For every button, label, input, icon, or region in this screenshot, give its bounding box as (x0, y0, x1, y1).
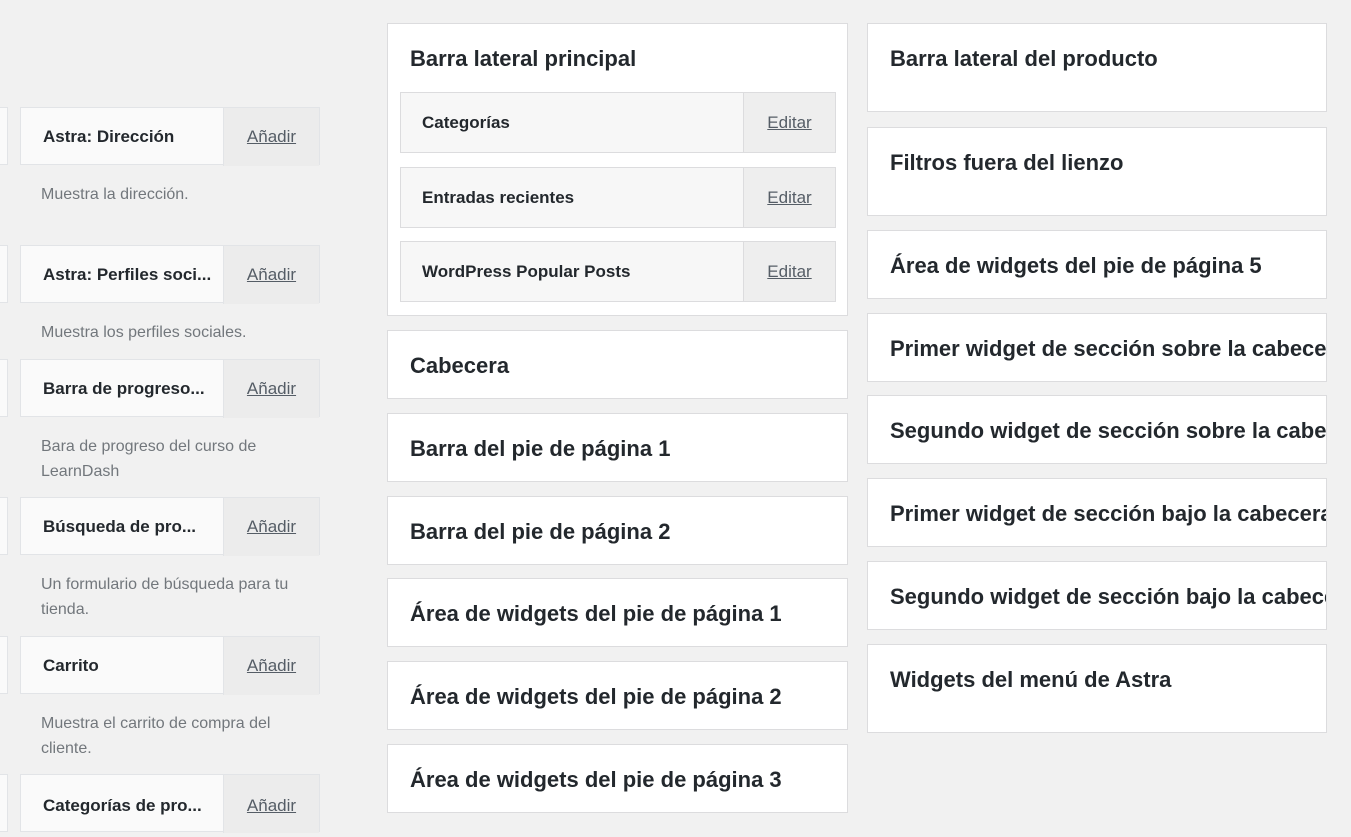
available-widget-barra-progreso[interactable]: Barra de progreso... Añadir (20, 359, 320, 418)
available-widget-categorias-productos[interactable]: Categorías de pro... Añadir (20, 774, 320, 833)
sidebar-title[interactable]: Barra del pie de página 1 (410, 436, 847, 462)
sidebar-primer-bajo-cabecera[interactable]: Primer widget de sección bajo la cabecer… (867, 478, 1327, 547)
sidebar-area-pie-5[interactable]: Área de widgets del pie de página 5 (867, 230, 1327, 299)
sidebar-area-pie-2[interactable]: Área de widgets del pie de página 2 (387, 661, 848, 730)
sidebar-title[interactable]: Área de widgets del pie de página 5 (890, 253, 1326, 279)
widget-title: Barra de progreso... (43, 379, 205, 398)
sidebar-title[interactable]: Filtros fuera del lienzo (890, 150, 1326, 176)
sidebar-title[interactable]: Área de widgets del pie de página 1 (410, 601, 847, 627)
edit-widget-button[interactable]: Editar (743, 242, 835, 301)
sidebar-segundo-bajo-cabecera[interactable]: Segundo widget de sección bajo la cabece… (867, 561, 1327, 630)
sidebar-widget-popular-posts[interactable]: WordPress Popular Posts Editar (400, 241, 836, 302)
sidebar-title[interactable]: Cabecera (410, 353, 847, 379)
sidebar-filtros[interactable]: Filtros fuera del lienzo (867, 127, 1327, 216)
widget-title: Astra: Dirección (43, 127, 175, 146)
available-widget-astra-direccion[interactable]: Astra: Dirección Añadir (20, 107, 320, 166)
widget-description: Bara de progreso del curso de LearnDash (41, 438, 257, 480)
sidebar-title[interactable]: Primer widget de sección bajo la cabecer… (890, 501, 1326, 527)
sidebar-title[interactable]: Barra lateral principal (410, 46, 847, 72)
widget-description: Muestra la dirección. (41, 186, 189, 203)
partial-widget-card (0, 497, 8, 555)
sidebar-title[interactable]: Segundo widget de sección bajo la cabece… (890, 584, 1326, 610)
sidebar-menu-astra[interactable]: Widgets del menú de Astra (867, 644, 1327, 733)
widget-title: WordPress Popular Posts (422, 262, 631, 281)
sidebar-area-pie-3[interactable]: Área de widgets del pie de página 3 (387, 744, 848, 813)
available-widget-carrito[interactable]: Carrito Añadir (20, 636, 320, 695)
sidebar-title[interactable]: Primer widget de sección sobre la cabece… (890, 336, 1326, 362)
sidebar-segundo-sobre-cabecera[interactable]: Segundo widget de sección sobre la cabec… (867, 395, 1327, 464)
partial-widget-card (0, 774, 8, 832)
sidebar-title[interactable]: Área de widgets del pie de página 3 (410, 767, 847, 793)
add-widget-button[interactable]: Añadir (223, 246, 319, 304)
edit-widget-button[interactable]: Editar (743, 168, 835, 227)
sidebar-area-pie-1[interactable]: Área de widgets del pie de página 1 (387, 578, 848, 647)
available-widget-busqueda-productos[interactable]: Búsqueda de pro... Añadir (20, 497, 320, 556)
widget-title: Búsqueda de pro... (43, 517, 197, 536)
partial-widget-card (0, 636, 8, 694)
widget-description: Muestra los perfiles sociales. (41, 324, 247, 341)
available-widget-astra-perfiles[interactable]: Astra: Perfiles soci... Añadir (20, 245, 320, 304)
widget-title: Categorías (422, 113, 510, 132)
widget-title: Entradas recientes (422, 188, 575, 207)
sidebar-title[interactable]: Área de widgets del pie de página 2 (410, 684, 847, 710)
sidebar-pie-1[interactable]: Barra del pie de página 1 (387, 413, 848, 482)
partial-widget-card (0, 245, 8, 303)
widget-description: Muestra el carrito de compra del cliente… (41, 715, 271, 757)
widget-title: Carrito (43, 656, 99, 675)
partial-widget-card (0, 359, 8, 417)
add-widget-button[interactable]: Añadir (223, 108, 319, 166)
sidebar-cabecera[interactable]: Cabecera (387, 330, 848, 399)
sidebar-title[interactable]: Widgets del menú de Astra (890, 667, 1326, 693)
sidebar-widget-categorias[interactable]: Categorías Editar (400, 92, 836, 153)
sidebar-producto[interactable]: Barra lateral del producto (867, 23, 1327, 112)
add-widget-button[interactable]: Añadir (223, 498, 319, 556)
widget-title: Categorías de pro... (43, 796, 202, 815)
sidebar-title[interactable]: Barra lateral del producto (890, 46, 1326, 72)
sidebar-title[interactable]: Segundo widget de sección sobre la cabec… (890, 418, 1326, 444)
sidebar-primer-sobre-cabecera[interactable]: Primer widget de sección sobre la cabece… (867, 313, 1327, 382)
sidebar-main[interactable]: Barra lateral principal Categorías Edita… (387, 23, 848, 316)
add-widget-button[interactable]: Añadir (223, 637, 319, 695)
add-widget-button[interactable]: Añadir (223, 775, 319, 833)
sidebar-pie-2[interactable]: Barra del pie de página 2 (387, 496, 848, 565)
add-widget-button[interactable]: Añadir (223, 360, 319, 418)
sidebar-title[interactable]: Barra del pie de página 2 (410, 519, 847, 545)
edit-widget-button[interactable]: Editar (743, 93, 835, 152)
partial-widget-card (0, 107, 8, 165)
widget-title: Astra: Perfiles soci... (43, 265, 212, 284)
widget-description: Un formulario de búsqueda para tu tienda… (41, 576, 289, 618)
sidebar-widget-entradas-recientes[interactable]: Entradas recientes Editar (400, 167, 836, 228)
